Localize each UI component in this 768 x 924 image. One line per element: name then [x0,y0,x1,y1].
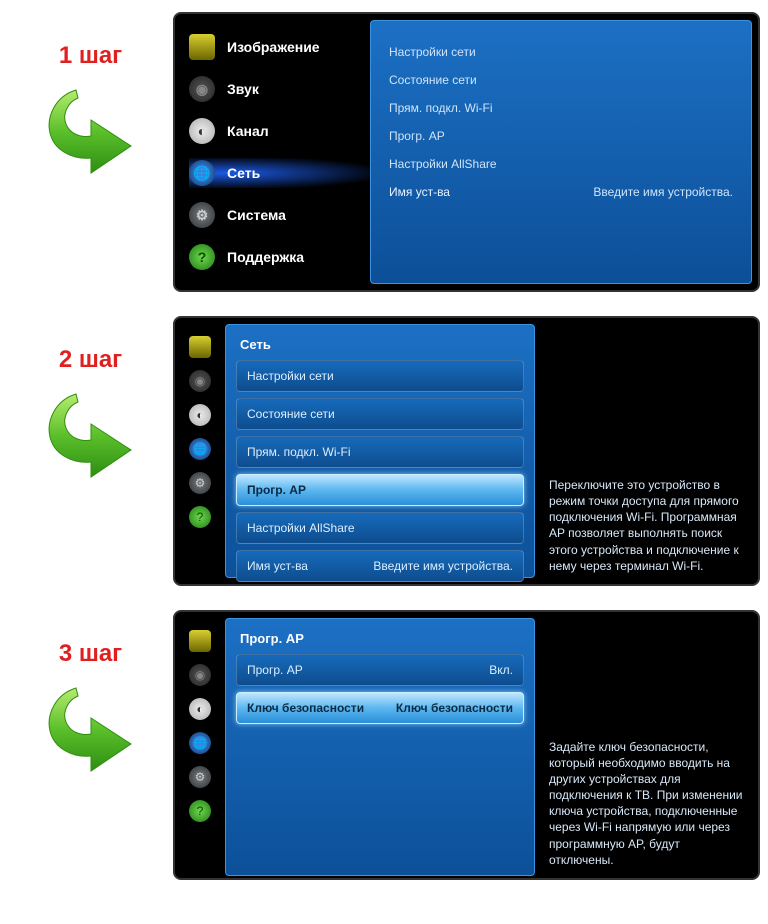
support-icon[interactable]: ? [189,506,211,528]
tv-screen-step2: ◉ ◐ 🌐 ⚙ ? Сеть Настройки сети Состояние … [173,316,760,586]
network-icon: 🌐 [189,160,215,186]
menu-label: Изображение [227,39,320,55]
support-icon[interactable]: ? [189,800,211,822]
sound-icon[interactable]: ◉ [189,664,211,686]
submenu-item-softap[interactable]: Прогр. AP [389,129,733,143]
tv-screen-step1: Изображение ◉ Звук ◐ Канал 🌐 Сеть ⚙ Сист… [173,12,760,292]
opt-direct[interactable]: Прям. подкл. Wi-Fi [236,436,524,468]
support-icon: ? [189,244,215,270]
sound-icon: ◉ [189,76,215,102]
panel-title: Сеть [236,335,524,360]
submenu-item-devname[interactable]: Имя уст-ва Введите имя устройства. [389,185,733,199]
menu-label: Звук [227,81,259,97]
submenu-item-status[interactable]: Состояние сети [389,73,733,87]
picture-icon[interactable] [189,336,211,358]
menu-item-sound[interactable]: ◉ Звук [189,74,370,104]
step-3-label: 3 шаг [59,640,122,668]
main-menu: Изображение ◉ Звук ◐ Канал 🌐 Сеть ⚙ Сист… [175,14,370,290]
picture-icon[interactable] [189,630,211,652]
step-2-label: 2 шаг [59,346,122,374]
channel-icon: ◐ [189,118,215,144]
icon-rail: ◉ ◐ 🌐 ⚙ ? [175,612,225,878]
menu-label: Канал [227,123,269,139]
system-icon: ⚙ [189,202,215,228]
network-submenu: Настройки сети Состояние сети Прям. подк… [370,20,752,284]
system-icon[interactable]: ⚙ [189,766,211,788]
submenu-item-direct[interactable]: Прям. подкл. Wi-Fi [389,101,733,115]
submenu-item-settings[interactable]: Настройки сети [389,45,733,59]
opt-allshare[interactable]: Настройки AllShare [236,512,524,544]
channel-icon[interactable]: ◐ [189,404,211,426]
menu-item-network[interactable]: 🌐 Сеть [189,158,370,188]
opt-softap[interactable]: Прогр. AP [236,474,524,506]
icon-rail: ◉ ◐ 🌐 ⚙ ? [175,318,225,584]
opt-settings[interactable]: Настройки сети [236,360,524,392]
menu-item-support[interactable]: ? Поддержка [189,242,370,272]
info-text-step2: Переключите это устройство в режим точки… [535,318,758,584]
submenu-item-allshare[interactable]: Настройки AllShare [389,157,733,171]
sound-icon[interactable]: ◉ [189,370,211,392]
menu-label: Поддержка [227,249,304,265]
menu-item-picture[interactable]: Изображение [189,32,370,62]
menu-label: Система [227,207,286,223]
opt-status[interactable]: Состояние сети [236,398,524,430]
step-arrow-icon [36,78,146,178]
channel-icon[interactable]: ◐ [189,698,211,720]
panel-title: Прогр. AP [236,629,524,654]
step-arrow-icon [36,382,146,482]
menu-item-channel[interactable]: ◐ Канал [189,116,370,146]
softap-panel: Прогр. AP Прогр. AP Вкл. Ключ безопаснос… [225,618,535,876]
network-panel: Сеть Настройки сети Состояние сети Прям.… [225,324,535,578]
opt-devname[interactable]: Имя уст-ва Введите имя устройства. [236,550,524,582]
menu-item-system[interactable]: ⚙ Система [189,200,370,230]
network-icon[interactable]: 🌐 [189,732,211,754]
menu-label: Сеть [227,165,260,181]
opt-security-key[interactable]: Ключ безопасности Ключ безопасности [236,692,524,724]
step-1-label: 1 шаг [59,42,122,70]
system-icon[interactable]: ⚙ [189,472,211,494]
info-text-step3: Задайте ключ безопасности, который необх… [535,612,758,878]
step-arrow-icon [36,676,146,776]
tv-screen-step3: ◉ ◐ 🌐 ⚙ ? Прогр. AP Прогр. AP Вкл. Ключ … [173,610,760,880]
network-icon[interactable]: 🌐 [189,438,211,460]
picture-icon [189,34,215,60]
opt-softap-toggle[interactable]: Прогр. AP Вкл. [236,654,524,686]
